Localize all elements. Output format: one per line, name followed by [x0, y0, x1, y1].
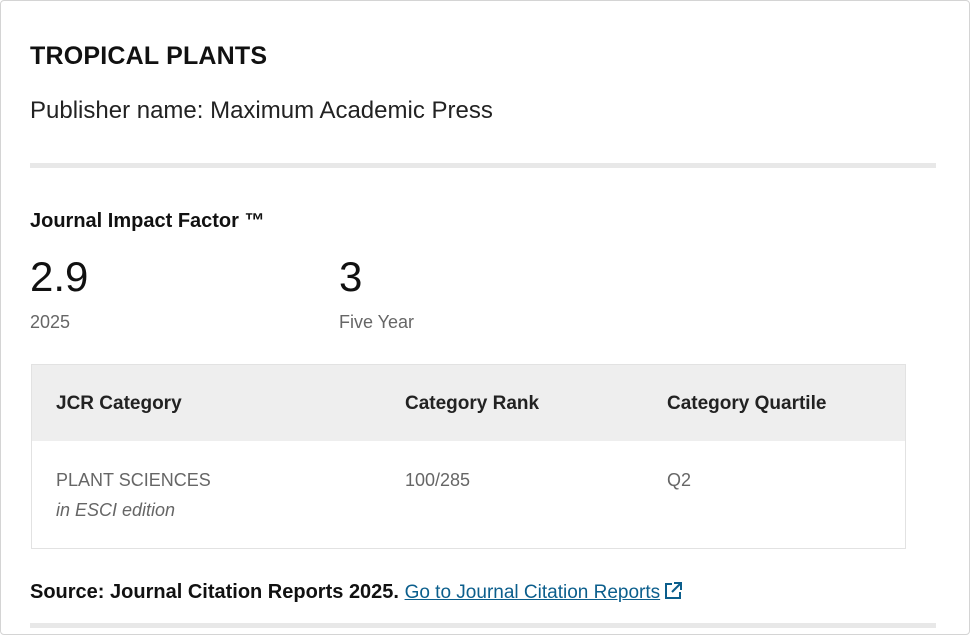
category-edition: in ESCI edition	[56, 500, 176, 520]
external-link-icon	[663, 581, 683, 607]
jcr-link-label: Go to Journal Citation Reports	[404, 582, 661, 603]
source-line: Source: Journal Citation Reports 2025. G…	[30, 581, 683, 607]
table-header-row: JCR Category Category Rank Category Quar…	[32, 365, 905, 441]
journal-card: TROPICAL PLANTS Publisher name: Maximum …	[0, 0, 970, 635]
jcr-link[interactable]: Go to Journal Citation Reports	[405, 582, 684, 603]
category-quartile: Q2	[667, 470, 692, 490]
section-divider	[30, 163, 936, 168]
jcr-category-table: JCR Category Category Rank Category Quar…	[31, 364, 906, 549]
bottom-divider	[30, 623, 936, 628]
header-category-quartile: Category Quartile	[667, 393, 827, 414]
header-jcr-category: JCR Category	[56, 393, 182, 414]
category-name: PLANT SCIENCES	[56, 470, 211, 490]
source-prefix: Source: Journal Citation Reports	[30, 581, 344, 603]
header-category-rank: Category Rank	[405, 393, 540, 414]
journal-title: TROPICAL PLANTS	[30, 42, 268, 70]
category-rank: 100/285	[405, 470, 471, 490]
impact-factor-year: 2025	[30, 312, 71, 332]
five-year-label: Five Year	[339, 312, 415, 332]
five-year-impact-factor-value: 3	[339, 253, 363, 300]
impact-factor-heading: Journal Impact Factor ™	[30, 210, 265, 232]
source-year: 2025.	[348, 581, 399, 603]
impact-factor-value: 2.9	[30, 253, 89, 300]
publisher-name: Publisher name: Maximum Academic Press	[30, 97, 493, 124]
